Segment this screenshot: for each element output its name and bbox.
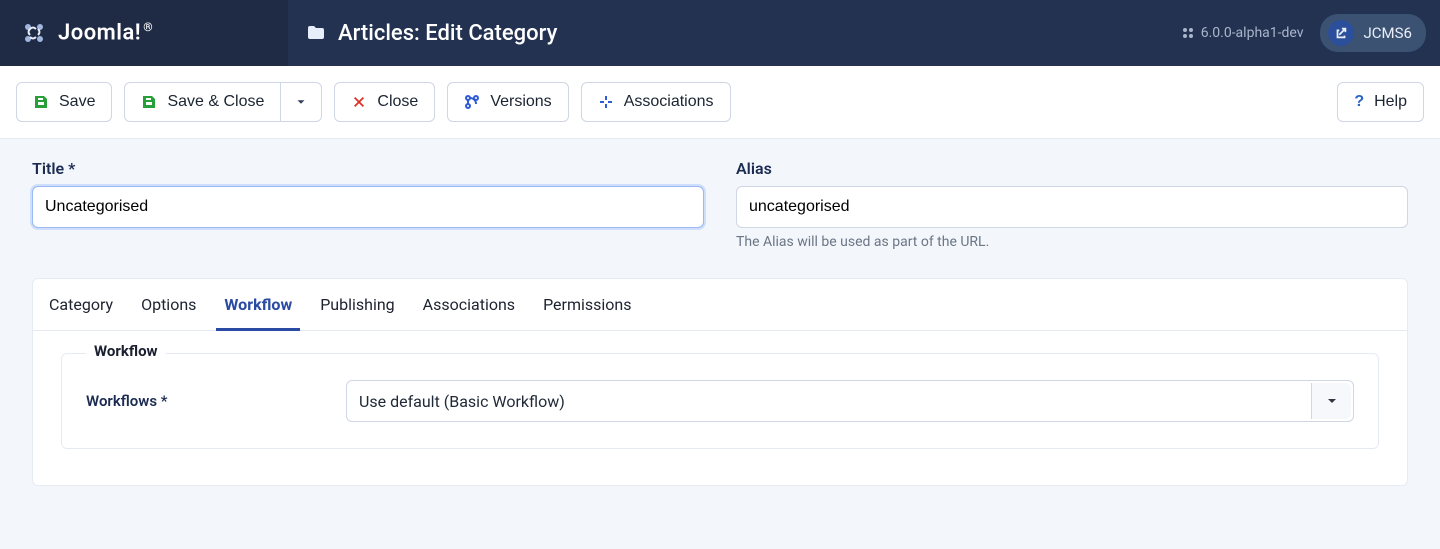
brand-name: Joomla!® xyxy=(58,20,153,45)
tab-permissions[interactable]: Permissions xyxy=(543,279,631,330)
close-label: Close xyxy=(377,93,418,111)
save-label: Save xyxy=(59,93,95,111)
help-icon: ? xyxy=(1354,93,1364,111)
workflow-legend: Workflow xyxy=(86,342,166,360)
chevron-down-icon xyxy=(293,94,309,110)
title-alias-row: Title * Alias The Alias will be used as … xyxy=(32,159,1408,250)
page-title-bar: Articles: Edit Category xyxy=(288,0,1167,66)
alias-label: Alias xyxy=(736,159,1408,178)
versions-button[interactable]: Versions xyxy=(447,82,568,122)
page-title: Articles: Edit Category xyxy=(338,21,557,46)
joomla-logo-icon xyxy=(20,19,48,47)
alias-hint: The Alias will be used as part of the UR… xyxy=(736,234,1408,250)
alias-field: Alias The Alias will be used as part of … xyxy=(736,159,1408,250)
help-label: Help xyxy=(1374,93,1407,111)
save-close-button[interactable]: Save & Close xyxy=(124,82,281,122)
required-mark: * xyxy=(161,392,168,410)
version-text: 6.0.0-alpha1-dev xyxy=(1201,25,1304,41)
required-mark: * xyxy=(68,159,75,178)
associations-button[interactable]: Associations xyxy=(581,82,731,122)
tab-options[interactable]: Options xyxy=(141,279,196,330)
joomla-mini-icon xyxy=(1181,26,1195,40)
open-site-pill[interactable]: JCMS6 xyxy=(1320,14,1426,52)
content: Title * Alias The Alias will be used as … xyxy=(0,139,1440,514)
workflow-fieldset: Workflow Workflows * Use default (Basic … xyxy=(61,353,1379,449)
tab-category[interactable]: Category xyxy=(49,279,113,330)
workflows-label: Workflows * xyxy=(86,392,322,410)
folder-icon xyxy=(306,23,326,43)
top-header: Joomla!® Articles: Edit Category 6.0.0-a… xyxy=(0,0,1440,66)
tabs-card: Category Options Workflow Publishing Ass… xyxy=(32,278,1408,486)
tab-associations[interactable]: Associations xyxy=(423,279,515,330)
registered-mark: ® xyxy=(143,20,153,34)
tab-workflow[interactable]: Workflow xyxy=(224,279,292,330)
save-close-group: Save & Close xyxy=(124,82,322,122)
chevron-down-icon[interactable] xyxy=(1311,383,1351,419)
associations-label: Associations xyxy=(624,93,714,111)
external-link-icon xyxy=(1328,20,1354,46)
version-badge[interactable]: 6.0.0-alpha1-dev xyxy=(1181,25,1304,41)
site-label: JCMS6 xyxy=(1364,24,1412,42)
title-input[interactable] xyxy=(32,186,704,228)
save-icon xyxy=(141,94,157,110)
toolbar: Save Save & Close Close xyxy=(0,66,1440,139)
help-button[interactable]: ? Help xyxy=(1337,82,1424,122)
workflow-select[interactable]: Use default (Basic Workflow) xyxy=(346,380,1354,422)
brand[interactable]: Joomla!® xyxy=(0,0,288,66)
save-close-dropdown[interactable] xyxy=(281,82,322,122)
close-button[interactable]: Close xyxy=(334,82,435,122)
save-close-label: Save & Close xyxy=(167,93,264,111)
workflow-row: Workflows * Use default (Basic Workflow) xyxy=(86,380,1354,422)
title-field: Title * xyxy=(32,159,704,250)
branch-icon xyxy=(464,94,480,110)
versions-label: Versions xyxy=(490,93,551,111)
tab-publishing[interactable]: Publishing xyxy=(320,279,394,330)
tabs: Category Options Workflow Publishing Ass… xyxy=(33,279,1407,331)
save-icon xyxy=(33,94,49,110)
title-label: Title * xyxy=(32,159,704,178)
workflow-selected-label: Use default (Basic Workflow) xyxy=(359,392,565,411)
workflow-selected[interactable]: Use default (Basic Workflow) xyxy=(346,380,1354,422)
associations-icon xyxy=(598,94,614,110)
close-icon xyxy=(351,94,367,110)
header-right: 6.0.0-alpha1-dev JCMS6 xyxy=(1167,0,1440,66)
workflow-panel: Workflow Workflows * Use default (Basic … xyxy=(33,331,1407,485)
alias-input[interactable] xyxy=(736,186,1408,228)
save-button[interactable]: Save xyxy=(16,82,112,122)
